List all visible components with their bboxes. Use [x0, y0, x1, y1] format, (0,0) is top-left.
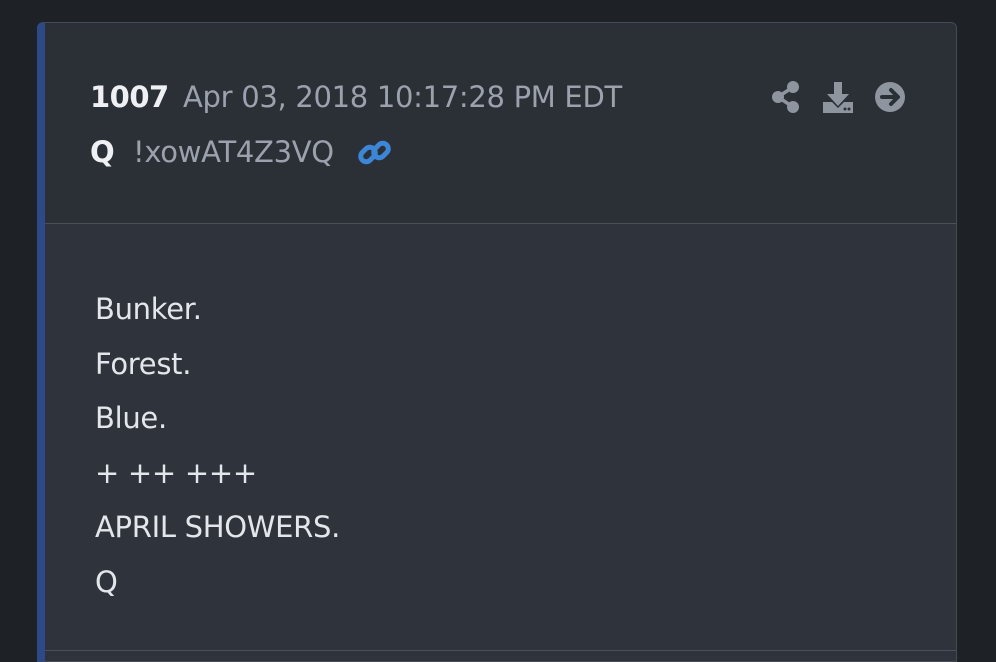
message-line: APRIL SHOWERS. — [95, 510, 341, 545]
post-card: 1007 Apr 03, 2018 10:17:28 PM EDT Q !xow… — [37, 22, 957, 662]
post-number[interactable]: 1007 — [90, 80, 169, 114]
arrow-right-circle-icon[interactable] — [873, 79, 907, 115]
link-icon[interactable] — [357, 135, 393, 171]
message-line: + ++ +++ — [95, 455, 257, 490]
post-body: Bunker. Forest. Blue. + ++ +++ APRIL SHO… — [45, 224, 956, 661]
post-timestamp: Apr 03, 2018 10:17:28 PM EDT — [183, 80, 622, 114]
message-line: Bunker. — [95, 292, 202, 326]
message-line: Blue. — [95, 401, 167, 436]
share-icon[interactable] — [769, 79, 803, 115]
message-line: Q — [95, 564, 118, 599]
author-name: Q — [90, 135, 115, 169]
message-line: Forest. — [95, 346, 192, 381]
post-header: 1007 Apr 03, 2018 10:17:28 PM EDT Q !xow… — [45, 23, 956, 224]
download-icon[interactable] — [821, 79, 855, 115]
author-tripcode: !xowAT4Z3VQ — [133, 135, 334, 169]
post-message: Bunker. Forest. Blue. + ++ +++ APRIL SHO… — [95, 282, 340, 610]
divider — [45, 650, 956, 651]
